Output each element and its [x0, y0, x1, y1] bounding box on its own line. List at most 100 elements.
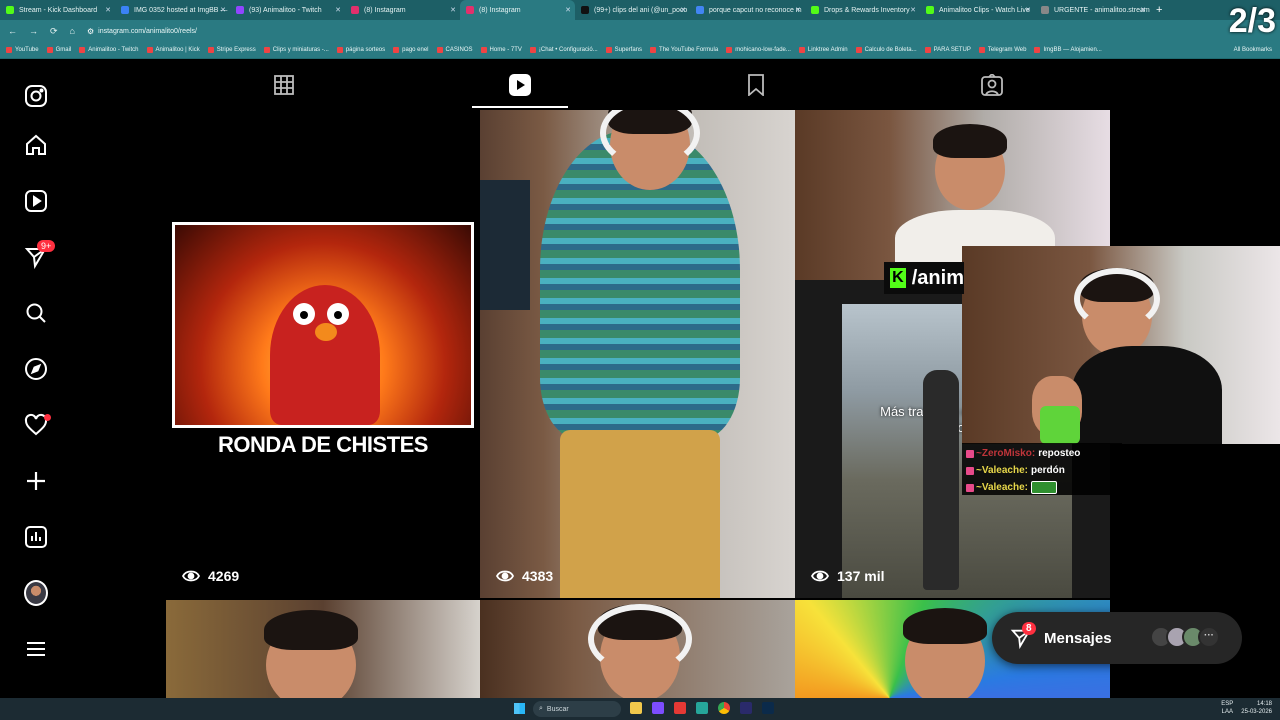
close-tab-icon[interactable]: ✕ — [1140, 6, 1146, 14]
close-tab-icon[interactable]: ✕ — [1025, 6, 1031, 14]
bookmark-item[interactable]: mohicano-low-fade... — [726, 47, 791, 53]
url-field[interactable]: instagram.com/animalito0/reels/ — [98, 28, 197, 35]
tab-label: (8) Instagram — [479, 6, 521, 14]
bookmark-item[interactable]: página sorteos — [336, 47, 385, 53]
message-avatars: ··· — [1150, 626, 1220, 648]
close-tab-icon[interactable]: ✕ — [220, 6, 226, 14]
profile-avatar[interactable] — [24, 580, 48, 606]
reel-item[interactable]: RONDA DE CHISTES 4269 — [166, 110, 480, 598]
close-tab-icon[interactable]: ✕ — [450, 6, 456, 14]
reels-nav-icon[interactable] — [24, 189, 48, 213]
chrome-icon[interactable] — [718, 702, 730, 714]
close-tab-icon[interactable]: ✕ — [335, 6, 341, 14]
dashboard-icon[interactable] — [24, 525, 48, 549]
start-icon[interactable] — [514, 703, 525, 714]
browser-tab[interactable]: Stream - Kick Dashboard ✕ — [0, 0, 115, 20]
app-icon[interactable] — [762, 702, 774, 714]
bookmark-item[interactable]: Clips y miniaturas -... — [263, 47, 329, 53]
bookmark-item[interactable]: pago enel — [393, 47, 429, 53]
tab-reels[interactable] — [402, 62, 638, 108]
close-tab-icon[interactable]: ✕ — [910, 6, 916, 14]
bookmark-item[interactable]: Animalitoo | Kick — [146, 47, 200, 53]
app-icon[interactable] — [652, 702, 664, 714]
bookmark-icon — [605, 47, 612, 53]
clip-counter-overlay: 2/3 — [1228, 2, 1276, 40]
bookmark-item[interactable]: CASINOS — [436, 47, 473, 53]
view-count-value: 137 mil — [837, 568, 885, 584]
reel-item[interactable] — [166, 600, 480, 698]
bookmark-icon — [748, 74, 764, 96]
tab-favicon-icon — [121, 6, 129, 14]
bookmark-item[interactable]: Telegram Web — [978, 47, 1026, 53]
bookmark-item[interactable]: Home - 7TV — [480, 47, 522, 53]
bookmark-item[interactable]: ¡Chat • Configuració... — [529, 47, 598, 53]
reel-item[interactable] — [480, 600, 795, 698]
browser-tab[interactable]: (99+) clips del ani (@un_poco ✕ — [575, 0, 690, 20]
tab-label: IMG 0352 hosted at ImgBB — — [134, 6, 228, 14]
browser-tab[interactable]: (8) Instagram ✕ — [460, 0, 575, 20]
bookmark-item[interactable]: Calculo de Boleta... — [855, 47, 917, 53]
instagram-logo-icon[interactable] — [24, 84, 48, 108]
browser-tab[interactable]: (8) Instagram ✕ — [345, 0, 460, 20]
explore-icon[interactable] — [24, 357, 48, 381]
address-bar: ← → ⟳ ⌂ ⚙ instagram.com/animalito0/reels… — [0, 20, 1280, 42]
bookmark-item[interactable]: Linktree Admin — [798, 47, 848, 53]
back-icon[interactable]: ← — [8, 26, 17, 36]
close-tab-icon[interactable]: ✕ — [795, 6, 801, 14]
browser-tab[interactable]: Drops & Rewards Inventory ✕ — [805, 0, 920, 20]
tab-tagged[interactable] — [874, 62, 1110, 108]
app-icon[interactable] — [696, 702, 708, 714]
grid-icon — [274, 75, 294, 95]
app-icon[interactable] — [630, 702, 642, 714]
bookmark-icon — [263, 47, 270, 53]
more-menu-icon[interactable] — [24, 637, 48, 661]
tab-saved[interactable] — [638, 62, 874, 108]
browser-tab[interactable]: Animalitoo Clips - Watch Live ✕ — [920, 0, 1035, 20]
taskbar-search[interactable]: ⌕ Buscar — [533, 701, 621, 717]
browser-tab-bar: Stream - Kick Dashboard ✕ IMG 0352 hosted … — [0, 0, 1280, 20]
reel-item[interactable]: 4383 — [480, 110, 795, 598]
close-tab-icon[interactable]: ✕ — [105, 6, 111, 14]
bookmark-item[interactable]: ImgBB — Alojamien... — [1034, 47, 1102, 53]
bookmark-icon — [855, 47, 862, 53]
eye-icon — [182, 570, 200, 582]
reel-caption: RONDA DE CHISTES — [218, 432, 428, 457]
create-icon[interactable] — [24, 469, 48, 493]
close-tab-icon[interactable]: ✕ — [565, 6, 571, 14]
browser-tab[interactable]: (93) Animalitoo - Twitch ✕ — [230, 0, 345, 20]
eye-icon — [811, 570, 829, 582]
browser-tab[interactable]: URGENTE - animalitoo.stream ✕ — [1035, 0, 1150, 20]
app-icon[interactable] — [674, 702, 686, 714]
messages-button[interactable]: 8 Mensajes ··· — [992, 612, 1242, 664]
bookmark-item[interactable]: Animalitoo - Twitch — [79, 47, 139, 53]
tab-favicon-icon — [811, 6, 819, 14]
bookmark-icon — [207, 47, 214, 53]
profile-tabs — [166, 62, 1110, 108]
bookmark-item[interactable]: Gmail — [46, 47, 71, 53]
bookmark-item[interactable]: YouTube — [6, 47, 39, 53]
forward-icon[interactable]: → — [29, 26, 38, 36]
close-tab-icon[interactable]: ✕ — [680, 6, 686, 14]
browser-tab[interactable]: IMG 0352 hosted at ImgBB — ✕ — [115, 0, 230, 20]
all-bookmarks[interactable]: All Bookmarks — [1234, 47, 1272, 53]
search-icon[interactable] — [24, 301, 48, 325]
site-info-icon[interactable]: ⚙ — [87, 27, 94, 36]
bookmark-item[interactable]: PARA SETUP — [924, 47, 971, 53]
tab-posts[interactable] — [166, 62, 402, 108]
bookmark-icon — [480, 47, 487, 53]
bookmark-item[interactable]: Stripe Express — [207, 47, 256, 53]
tagged-icon — [981, 74, 1003, 96]
view-count: 4383 — [496, 568, 553, 584]
bookmark-item[interactable]: Superfans — [605, 47, 642, 53]
tab-label: Stream - Kick Dashboard — [19, 6, 98, 14]
app-icon[interactable] — [740, 702, 752, 714]
home-nav-icon[interactable] — [24, 133, 48, 157]
new-tab-icon[interactable]: + — [1156, 4, 1162, 16]
bookmark-item[interactable]: The YouTube Formula — [650, 47, 718, 53]
bookmarks-bar: YouTube Gmail Animalitoo - Twitch Animalito… — [0, 42, 1280, 59]
reload-icon[interactable]: ⟳ — [50, 26, 58, 37]
browser-tab[interactable]: porque capcut no reconoce m ✕ — [690, 0, 805, 20]
messages-badge: 8 — [1022, 622, 1036, 635]
bookmark-icon — [650, 47, 657, 53]
home-icon[interactable]: ⌂ — [70, 26, 75, 36]
